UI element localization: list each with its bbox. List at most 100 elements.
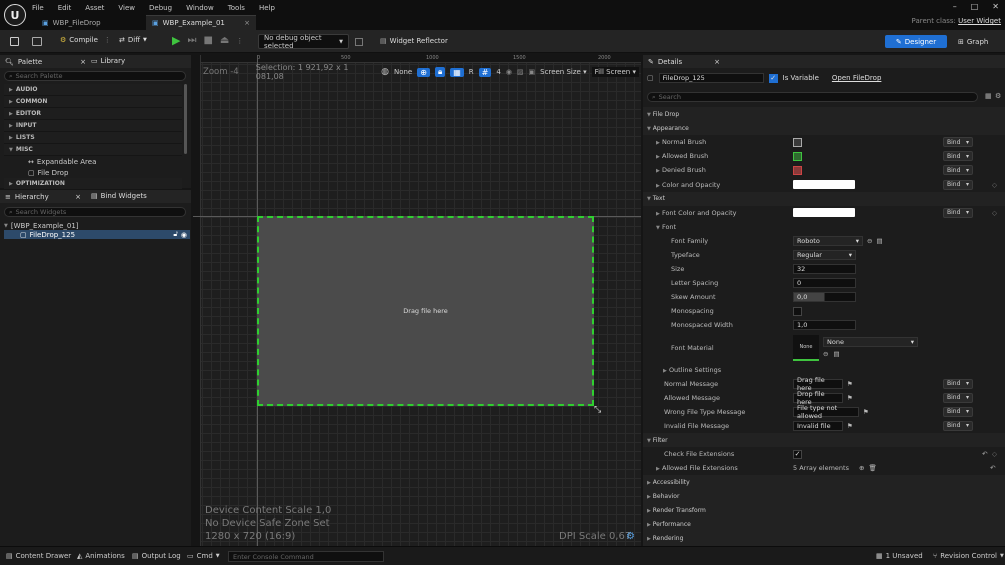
wrong-type-message-input[interactable]: File type not allowed xyxy=(793,404,859,420)
r-toggle[interactable]: R xyxy=(469,68,474,76)
section-file-drop[interactable]: ▼ File Drop xyxy=(643,107,1005,122)
grid-icon[interactable]: # xyxy=(478,67,492,77)
resize-handle-icon[interactable]: ⤡ xyxy=(594,405,601,415)
eject-icon[interactable]: ⏏ xyxy=(220,35,229,46)
section-accessibility[interactable]: ▶ Accessibility xyxy=(643,475,1005,490)
kebab-icon[interactable]: ⋮ xyxy=(236,37,243,45)
tree-root[interactable]: ▼ [WBP_Example_01] xyxy=(4,221,79,230)
bind-dropdown[interactable]: Bind ▾ xyxy=(943,392,973,403)
lock-icon[interactable]: 🔓︎ xyxy=(173,230,178,239)
snap-icon[interactable]: ◉ xyxy=(506,68,512,76)
category-common[interactable]: ▶ COMMON xyxy=(4,96,182,108)
palette-search-input[interactable]: ⌕ Search Palette xyxy=(4,71,186,81)
category-misc[interactable]: ▼ MISC xyxy=(4,144,182,156)
close-icon[interactable]: × xyxy=(80,58,86,66)
content-drawer-button[interactable]: ▤ Content Drawer xyxy=(6,552,71,560)
section-filter[interactable]: ▼ Filter xyxy=(643,432,1005,448)
respect-locks-icon[interactable]: ⊕ xyxy=(417,67,430,77)
bind-dropdown[interactable]: Bind ▾ xyxy=(943,378,973,389)
typeface-select[interactable]: Regular ▾ xyxy=(793,249,856,260)
dpi-settings-icon[interactable]: ⚙ xyxy=(626,531,635,542)
unreal-logo-icon[interactable]: U xyxy=(4,4,26,26)
bind-dropdown[interactable]: Bind ▾ xyxy=(943,137,973,148)
tab-hierarchy[interactable]: Hierarchy xyxy=(15,193,49,201)
category-input[interactable]: ▶ INPUT xyxy=(4,120,182,132)
tree-item-filedrop[interactable]: ▢ FileDrop_125 🔓︎ ◉ xyxy=(4,230,190,239)
add-element-icon[interactable]: ⊕ xyxy=(859,464,864,472)
font-material-select[interactable]: None ▾ xyxy=(823,337,918,347)
palette-item-expandable-area[interactable]: ↔ Expandable Area xyxy=(4,156,182,167)
palette-scrollbar[interactable] xyxy=(184,84,187,154)
menu-window[interactable]: Window xyxy=(186,4,214,12)
menu-asset[interactable]: Asset xyxy=(85,4,104,12)
browse-icon[interactable]: ▤ xyxy=(833,350,839,358)
step-icon[interactable]: ⏭ xyxy=(187,35,196,46)
console-input[interactable]: Enter Console Command xyxy=(228,551,384,562)
section-performance[interactable]: ▶ Performance xyxy=(643,517,1005,532)
tab-wbp-filedrop[interactable]: ▣ WBP_FileDrop xyxy=(36,15,144,30)
file-drop-widget[interactable]: Drag file here xyxy=(257,216,594,406)
category-editor[interactable]: ▶ EDITOR xyxy=(4,108,182,120)
hierarchy-search-input[interactable]: ⌕ Search Widgets xyxy=(4,207,186,217)
invalid-message-input[interactable]: Invalid file xyxy=(793,420,843,431)
compile-button[interactable]: ⚙ Compile ⋮ xyxy=(60,36,111,44)
category-lists[interactable]: ▶ LISTS xyxy=(4,132,182,144)
device-icon[interactable]: ▣ xyxy=(529,68,536,76)
output-log-button[interactable]: ▤ Output Log xyxy=(132,552,181,560)
menu-help[interactable]: Help xyxy=(259,4,275,12)
bind-dropdown[interactable]: Bind ▾ xyxy=(943,165,973,176)
monospacing-checkbox[interactable] xyxy=(793,306,802,316)
material-thumbnail[interactable]: None xyxy=(793,334,819,361)
kebab-icon[interactable]: ⋮ xyxy=(104,36,111,44)
letter-spacing-input[interactable]: 0 xyxy=(793,278,856,289)
find-debug-icon[interactable] xyxy=(355,38,363,46)
tab-wbp-example-01[interactable]: ▣ WBP_Example_01 × xyxy=(146,15,256,30)
font-family-select[interactable]: Roboto ▾ xyxy=(793,235,863,246)
bind-dropdown[interactable]: Bind ▾ xyxy=(943,207,973,218)
tab-library[interactable]: ▭ Library xyxy=(91,57,125,65)
category-optimization[interactable]: ▶ OPTIMIZATION xyxy=(4,178,182,190)
section-rendering[interactable]: ▶ Rendering xyxy=(643,531,1005,546)
normal-brush-swatch[interactable] xyxy=(793,137,802,147)
section-render-transform[interactable]: ▶ Render Transform xyxy=(643,503,1005,518)
tab-palette[interactable]: Palette xyxy=(18,58,42,66)
globe-icon[interactable]: ◍ xyxy=(381,67,389,77)
fill-screen-select[interactable]: Fill Screen ▾ xyxy=(591,67,639,77)
lock-icon[interactable]: 🔒︎ xyxy=(434,67,446,77)
minimize-icon[interactable]: – xyxy=(953,2,957,11)
reset-arrow-icon[interactable]: ↶ xyxy=(990,464,995,472)
allowed-brush-swatch[interactable] xyxy=(793,151,802,161)
prop-outline-settings[interactable]: ▶ Outline Settings xyxy=(643,363,1005,377)
keyframe-icon[interactable]: ◇ xyxy=(992,450,997,458)
normal-message-input[interactable]: Drag file here xyxy=(793,376,843,392)
section-behavior[interactable]: ▶ Behavior xyxy=(643,489,1005,504)
tab-close-icon[interactable]: × xyxy=(244,19,250,27)
localize-flag-icon[interactable]: ⚑ xyxy=(847,394,853,402)
localize-flag-icon[interactable]: ⚑ xyxy=(847,380,853,388)
menu-view[interactable]: View xyxy=(118,4,135,12)
skew-slider[interactable]: 0,0 xyxy=(793,292,856,303)
bind-dropdown[interactable]: Bind ▾ xyxy=(943,151,973,162)
menu-edit[interactable]: Edit xyxy=(58,4,72,12)
keyframe-icon[interactable]: ◇ xyxy=(992,181,997,189)
menu-tools[interactable]: Tools xyxy=(228,4,245,12)
diff-button[interactable]: ⇄ Diff ▼ xyxy=(119,36,147,44)
allowed-message-input[interactable]: Drop file here xyxy=(793,390,843,406)
widget-reflector-button[interactable]: ▤ Widget Reflector xyxy=(380,37,448,45)
reset-icon[interactable]: ⊖ xyxy=(867,237,872,245)
designer-button[interactable]: ✎ Designer xyxy=(885,35,947,48)
subsection-font[interactable]: ▼ Font xyxy=(643,220,1005,234)
save-icon[interactable] xyxy=(10,37,19,46)
trash-icon[interactable]: 🗑︎ xyxy=(868,464,876,472)
settings-icon[interactable]: ⚙ xyxy=(995,92,1001,100)
menu-file[interactable]: File xyxy=(32,4,44,12)
layout-icon[interactable]: ▦ xyxy=(450,67,464,77)
is-variable-checkbox[interactable]: ✓ xyxy=(768,73,778,83)
keyframe-icon[interactable]: ◇ xyxy=(992,209,997,217)
stop-icon[interactable]: ■ xyxy=(203,35,212,46)
menu-debug[interactable]: Debug xyxy=(149,4,172,12)
close-icon[interactable]: × xyxy=(714,58,720,66)
debug-object-select[interactable]: No debug object selected ▼ xyxy=(258,34,349,50)
localization-none[interactable]: None xyxy=(394,68,412,76)
section-text[interactable]: ▼ Text xyxy=(643,191,1005,206)
